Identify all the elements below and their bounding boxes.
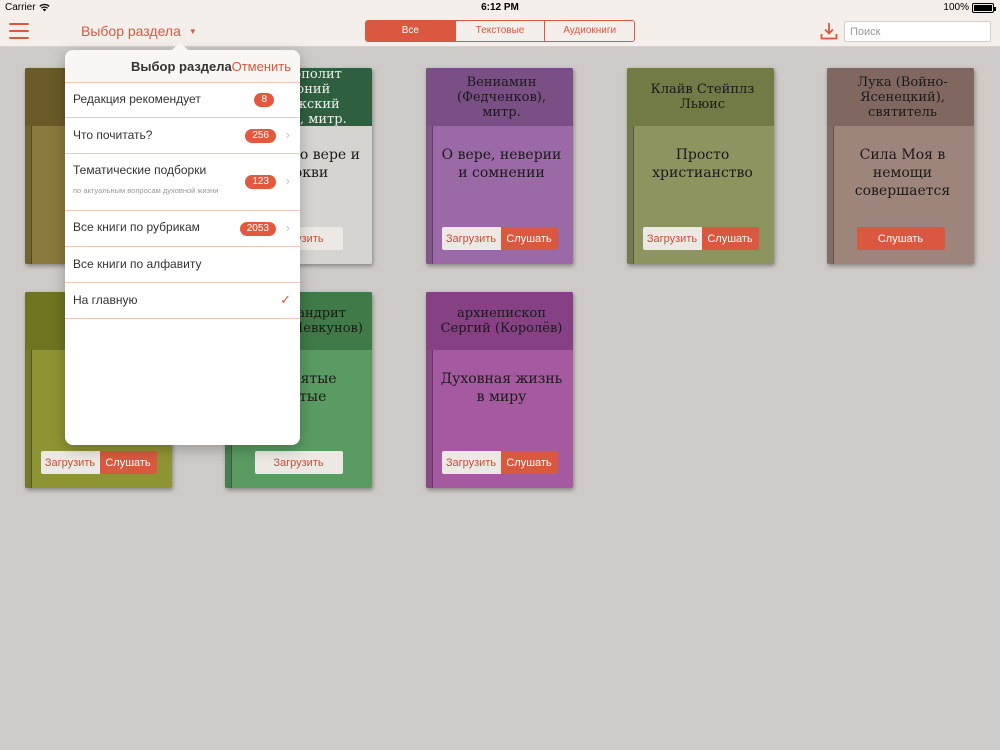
count-badge: 256 — [245, 129, 276, 143]
menu-item-label: Тематические подборки — [73, 163, 207, 177]
caret-down-icon: ▼ — [188, 26, 197, 36]
chevron-right-icon: › — [285, 220, 290, 235]
download-book-button[interactable]: Загрузить — [441, 451, 501, 474]
book-title: О вере, неверии и сомнении — [441, 147, 562, 181]
book-card[interactable]: архиепископ Сергий (Королёв) Духовная жи… — [426, 292, 573, 488]
section-select-button[interactable]: Выбор раздела ▼ — [81, 23, 197, 39]
book-card[interactable]: Лука (Войно-Ясенецкий), святитель Сила М… — [827, 68, 974, 264]
book-author: Лука (Войно-Ясенецкий), святитель — [827, 68, 974, 126]
menu-item-home[interactable]: На главную ✓ — [65, 283, 300, 319]
tab-audio[interactable]: Аудиокниги — [545, 21, 634, 41]
tab-all[interactable]: Все — [366, 21, 456, 41]
section-popover: Выбор раздела Отменить Редакция рекоменд… — [65, 42, 300, 445]
menu-item-label: Что почитать? — [73, 128, 153, 142]
chevron-right-icon: › — [285, 173, 290, 188]
book-actions: Загрузить Слушать — [426, 451, 573, 474]
hamburger-menu-icon[interactable] — [9, 23, 29, 39]
checkmark-icon: ✓ — [280, 292, 291, 307]
status-bar: Carrier 6:12 PM 100% — [0, 0, 1000, 16]
menu-item-subtitle: по актуальным вопросам духовной жизни — [73, 186, 219, 195]
popover-header: Выбор раздела Отменить — [65, 50, 300, 83]
book-author: Вениамин (Федченков), митр. — [426, 68, 573, 126]
book-title: Просто христианство — [652, 147, 753, 181]
filter-segmented-control: Все Текстовые Аудиокниги — [365, 20, 635, 42]
battery-percent: 100% — [943, 2, 969, 13]
book-actions: Загрузить Слушать — [25, 451, 172, 474]
book-card[interactable]: Клайв Стейплз Льюис Просто христианство … — [627, 68, 774, 264]
menu-item-thematic[interactable]: Тематические подборки по актуальным вопр… — [65, 154, 300, 211]
listen-book-button[interactable]: Слушать — [856, 227, 945, 250]
book-actions: Загрузить — [225, 451, 372, 474]
menu-item-label: На главную — [73, 293, 138, 307]
listen-book-button[interactable]: Слушать — [99, 451, 157, 474]
book-card[interactable]: Вениамин (Федченков), митр. О вере, неве… — [426, 68, 573, 264]
menu-item-recommended[interactable]: Редакция рекомендует 8 — [65, 83, 300, 118]
chevron-right-icon: › — [285, 127, 290, 142]
menu-item-label: Редакция рекомендует — [73, 92, 201, 106]
cancel-button[interactable]: Отменить — [232, 59, 291, 74]
menu-item-what-to-read[interactable]: Что почитать? 256 › — [65, 118, 300, 154]
battery-fill — [974, 4, 992, 11]
nav-bar: Выбор раздела ▼ Все Текстовые Аудиокниги — [0, 16, 1000, 47]
menu-item-by-category[interactable]: Все книги по рубрикам 2053 › — [65, 211, 300, 247]
menu-item-label: Все книги по рубрикам — [73, 220, 200, 234]
book-author: архиепископ Сергий (Королёв) — [426, 292, 573, 350]
battery-icon — [972, 2, 996, 13]
listen-book-button[interactable]: Слушать — [500, 451, 558, 474]
download-book-button[interactable]: Загрузить — [441, 227, 501, 250]
listen-book-button[interactable]: Слушать — [500, 227, 558, 250]
book-author: Клайв Стейплз Льюис — [627, 68, 774, 126]
popover-title: Выбор раздела — [131, 59, 232, 74]
count-badge: 2053 — [239, 222, 276, 236]
download-book-button[interactable]: Загрузить — [254, 451, 343, 474]
listen-book-button[interactable]: Слушать — [701, 227, 759, 250]
download-book-button[interactable]: Загрузить — [40, 451, 100, 474]
menu-item-alphabetical[interactable]: Все книги по алфавиту — [65, 247, 300, 283]
book-title: Сила Моя в немощи совершается — [854, 147, 951, 199]
tab-text[interactable]: Текстовые — [455, 21, 546, 41]
download-book-button[interactable]: Загрузить — [642, 227, 702, 250]
search-input[interactable] — [844, 21, 991, 42]
status-right: 100% — [943, 2, 996, 13]
status-time: 6:12 PM — [481, 2, 519, 13]
count-badge: 8 — [254, 93, 274, 107]
menu-item-label: Все книги по алфавиту — [73, 257, 202, 271]
section-select-label: Выбор раздела — [81, 23, 181, 39]
count-badge: 123 — [245, 175, 276, 189]
book-actions: Загрузить Слушать — [426, 227, 573, 250]
book-actions: Загрузить Слушать — [627, 227, 774, 250]
download-icon[interactable] — [820, 22, 838, 40]
book-actions: Слушать — [827, 227, 974, 250]
book-title: Духовная жизнь в миру — [440, 371, 563, 405]
